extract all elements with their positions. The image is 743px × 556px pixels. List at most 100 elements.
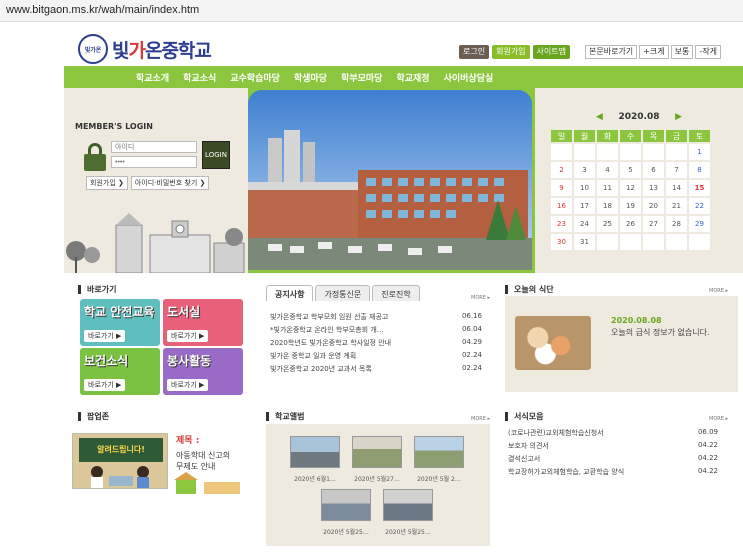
list-item[interactable]: 빛가온중학교 학부모회 임원 선출 재공고 06.16 <box>270 312 482 325</box>
calendar-day[interactable]: 8 <box>689 162 710 178</box>
find-account-button[interactable]: 아이디·비밀번호 찾기 ❯ <box>130 176 210 190</box>
calendar-day[interactable]: 20 <box>643 198 664 214</box>
list-item[interactable]: (코로나관련)교외체험학습신청서 06.09 <box>508 428 718 441</box>
prev-month-icon[interactable]: ◀ <box>596 112 603 122</box>
calendar-day[interactable]: 26 <box>620 216 641 232</box>
calendar-day[interactable]: 30 <box>551 234 572 250</box>
login-button[interactable]: LOGIN <box>202 141 230 169</box>
form-title[interactable]: (코로나관련)교외체험학습신청서 <box>508 428 604 441</box>
join-link[interactable]: 회원가입 <box>492 45 530 59</box>
login-link[interactable]: 로그인 <box>459 45 490 59</box>
shortcuts-title: 바로가기 <box>78 285 116 294</box>
calendar-day[interactable]: 14 <box>666 180 687 196</box>
calendar-day[interactable]: 5 <box>620 162 641 178</box>
form-title[interactable]: 학교장허가교외체험학습, 교환학습 양식 <box>508 467 624 480</box>
shortcut-go-button[interactable]: 바로가기 ▶ <box>167 330 209 342</box>
tab-newsletter[interactable]: 가정통신문 <box>315 285 371 301</box>
list-item[interactable]: 보호자 의견서 04.22 <box>508 441 718 454</box>
calendar-day[interactable]: 1 <box>689 144 710 160</box>
notice-title[interactable]: 빛가온중학교 학부모회 임원 선출 재공고 <box>270 312 388 325</box>
calendar-day[interactable]: 9 <box>551 180 572 196</box>
calendar-day[interactable]: 28 <box>666 216 687 232</box>
album-more-link[interactable]: MORE ▸ <box>471 416 490 422</box>
album-thumb[interactable] <box>414 436 464 468</box>
notice-title[interactable]: *빛가온중학교 온라인 학부모총회 개… <box>270 325 384 338</box>
nav-item-learning[interactable]: 교수학습마당 <box>230 71 280 84</box>
calendar-day[interactable]: 12 <box>620 180 641 196</box>
album-thumb[interactable] <box>383 489 433 521</box>
join-button[interactable]: 회원가입 ❯ <box>86 176 128 190</box>
calendar-day-holiday[interactable]: 15 <box>689 180 710 196</box>
calendar-day[interactable]: 6 <box>643 162 664 178</box>
notice-more-link[interactable]: MORE ▸ <box>471 295 490 301</box>
calendar-day[interactable]: 2 <box>551 162 572 178</box>
calendar-day[interactable]: 11 <box>597 180 618 196</box>
school-name-part-1: 빛 <box>112 39 130 62</box>
form-title[interactable]: 결석신고서 <box>508 454 540 467</box>
skip-to-content-button[interactable]: 본문바로가기 <box>585 45 638 59</box>
shortcut-volunteer[interactable]: 봉사활동 바로가기 ▶ <box>163 348 243 395</box>
list-item[interactable]: *빛가온중학교 온라인 학부모총회 개… 06.04 <box>270 325 482 338</box>
calendar-day[interactable]: 23 <box>551 216 572 232</box>
nav-item-school-intro[interactable]: 학교소개 <box>136 71 169 84</box>
forms-title: 서식모음 <box>505 412 543 421</box>
calendar-day[interactable]: 24 <box>574 216 595 232</box>
calendar-day[interactable]: 17 <box>574 198 595 214</box>
id-input[interactable] <box>111 141 197 153</box>
popup-banner[interactable]: 알려드립니다! <box>72 433 168 489</box>
zoom-in-button[interactable]: +크게 <box>639 45 669 59</box>
list-item[interactable]: 결석신고서 04.22 <box>508 454 718 467</box>
calendar-day[interactable]: 19 <box>620 198 641 214</box>
shortcut-go-button[interactable]: 바로가기 ▶ <box>84 330 126 342</box>
album-thumb[interactable] <box>352 436 402 468</box>
password-input[interactable] <box>111 156 197 168</box>
nav-item-finance[interactable]: 학교재정 <box>396 71 429 84</box>
list-item[interactable]: 2020학년도 빛가온중학교 학사일정 안내 04.29 <box>270 338 482 351</box>
meal-more-link[interactable]: MORE ▸ <box>709 288 728 294</box>
calendar-day[interactable]: 7 <box>666 162 687 178</box>
calendar-day[interactable]: 27 <box>643 216 664 232</box>
zoom-out-button[interactable]: -작게 <box>695 45 721 59</box>
forms-more-link[interactable]: MORE ▸ <box>709 416 728 422</box>
next-month-icon[interactable]: ▶ <box>675 112 682 122</box>
calendar-day[interactable]: 10 <box>574 180 595 196</box>
shortcut-library[interactable]: 도서실 바로가기 ▶ <box>163 299 243 346</box>
notice-title[interactable]: 빛가온 중학교 일과 운영 계획 <box>270 351 356 364</box>
calendar-day[interactable]: 18 <box>597 198 618 214</box>
calendar-day[interactable]: 16 <box>551 198 572 214</box>
shortcut-go-button[interactable]: 바로가기 ▶ <box>84 379 126 391</box>
list-item[interactable]: 빛가온중학교 2020년 교과서 목록 02.24 <box>270 364 482 377</box>
calendar-day[interactable]: 22 <box>689 198 710 214</box>
nav-item-school-news[interactable]: 학교소식 <box>183 71 216 84</box>
album-caption: 2020년 5월25… <box>385 529 431 536</box>
popup-zone-title: 팝업존 <box>78 412 109 421</box>
album-thumb[interactable] <box>290 436 340 468</box>
zoom-reset-button[interactable]: 보통 <box>670 45 694 59</box>
nav-item-students[interactable]: 학생마당 <box>294 71 327 84</box>
shortcut-go-button[interactable]: 바로가기 ▶ <box>167 379 209 391</box>
calendar-day[interactable]: 3 <box>574 162 595 178</box>
nav-item-parents[interactable]: 학부모마당 <box>341 71 382 84</box>
sitemap-link[interactable]: 사이트맵 <box>532 45 570 59</box>
list-item[interactable]: 학교장허가교외체험학습, 교환학습 양식 04.22 <box>508 467 718 480</box>
tab-career[interactable]: 진로진학 <box>372 285 420 301</box>
school-logo[interactable]: 빛가온 빛가온중학교 <box>78 34 212 64</box>
album-thumb[interactable] <box>321 489 371 521</box>
calendar-day[interactable]: 25 <box>597 216 618 232</box>
list-item[interactable]: 빛가온 중학교 일과 운영 계획 02.24 <box>270 351 482 364</box>
calendar-day[interactable]: 21 <box>666 198 687 214</box>
calendar-day[interactable]: 4 <box>597 162 618 178</box>
notice-title[interactable]: 2020학년도 빛가온중학교 학사일정 안내 <box>270 338 391 351</box>
shortcut-health[interactable]: 보건소식 바로가기 ▶ <box>80 348 160 395</box>
notice-list: 빛가온중학교 학부모회 임원 선출 재공고 06.16 *빛가온중학교 온라인 학… <box>270 312 482 377</box>
shortcut-safety-education[interactable]: 학교 안전교육 바로가기 ▶ <box>80 299 160 346</box>
address-bar[interactable]: www.bitgaon.ms.kr/wah/main/index.htm <box>0 0 743 22</box>
calendar-day[interactable]: 31 <box>574 234 595 250</box>
calendar-day[interactable]: 29 <box>689 216 710 232</box>
form-title[interactable]: 보호자 의견서 <box>508 441 549 454</box>
tab-notice[interactable]: 공지사항 <box>266 285 314 301</box>
popup-board: 알려드립니다! <box>79 438 163 462</box>
calendar-day[interactable]: 13 <box>643 180 664 196</box>
nav-item-counseling[interactable]: 사이버상담실 <box>444 71 494 84</box>
notice-title[interactable]: 빛가온중학교 2020년 교과서 목록 <box>270 364 372 377</box>
